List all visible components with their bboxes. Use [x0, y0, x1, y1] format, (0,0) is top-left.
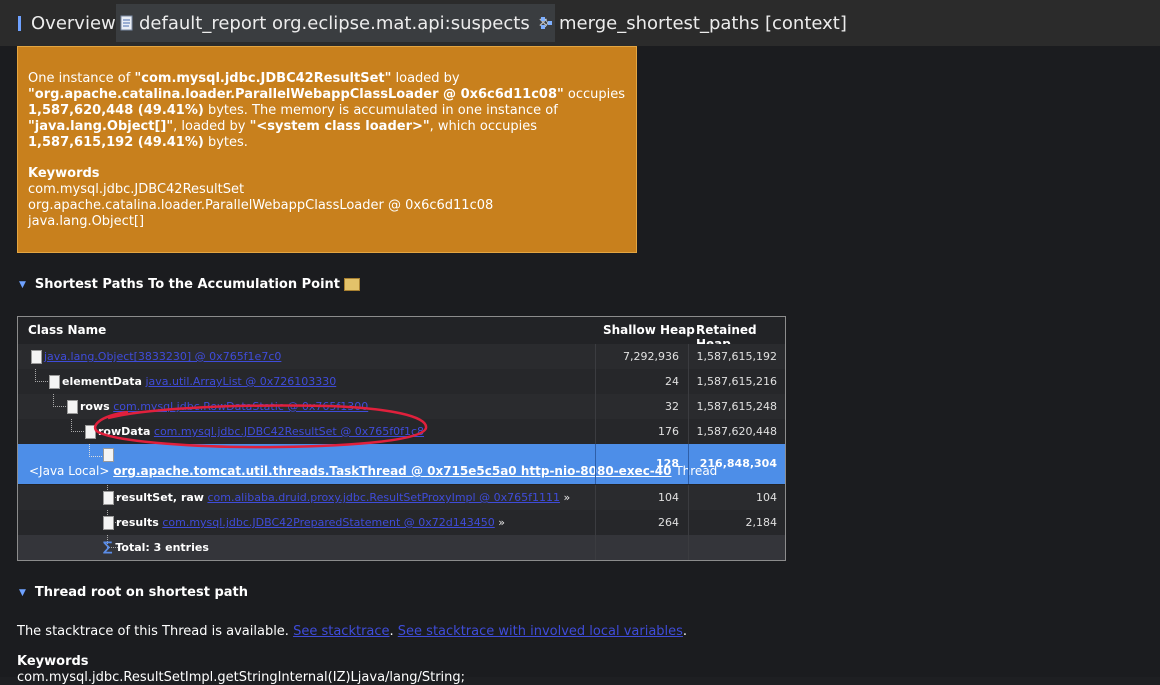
- class-loader: "org.apache.catalina.loader.ParallelWeba…: [28, 87, 564, 102]
- report-icon: [120, 15, 133, 31]
- tab-label: merge_shortest_paths [context]: [559, 12, 847, 34]
- retained-heap-value: 104: [688, 485, 785, 510]
- shallow-heap-value: 7,292,936: [595, 344, 687, 369]
- keyword-item: com.mysql.jdbc.ResultSetImpl.getStringIn…: [17, 670, 466, 685]
- retained-bytes: 1,587,620,448 (49.41%): [28, 103, 204, 118]
- accumulation-bytes: 1,587,615,192 (49.41%): [28, 135, 204, 150]
- table-row[interactable]: results com.mysql.jdbc.JDBC42PreparedSta…: [18, 510, 785, 535]
- field-name: rowData: [98, 425, 151, 438]
- shallow-heap-value: 264: [595, 510, 687, 535]
- text: The stacktrace of this Thread is availab…: [17, 624, 294, 639]
- object-link[interactable]: java.lang.Object[3833230] @ 0x765f1e7c0: [44, 350, 281, 363]
- shallow-heap-value: 128: [595, 444, 687, 484]
- retained-heap-value: 1,587,620,448: [688, 419, 785, 444]
- keyword-item: org.apache.catalina.loader.ParallelWebap…: [28, 198, 494, 213]
- more-indicator[interactable]: »: [563, 491, 570, 504]
- see-stacktrace-locals-link[interactable]: See stacktrace with involved local varia…: [398, 624, 683, 639]
- field-name: resultSet, raw: [116, 491, 204, 504]
- keywords-title: Keywords: [28, 166, 100, 181]
- text: One instance of: [28, 71, 135, 86]
- text: , which occupies: [429, 119, 538, 134]
- collapse-triangle-icon[interactable]: ▼: [19, 280, 26, 290]
- thread-root-text: The stacktrace of this Thread is availab…: [17, 624, 687, 639]
- section-title: Thread root on shortest path: [34, 585, 248, 600]
- object-link[interactable]: com.mysql.jdbc.RowDataStatic @ 0x765f130…: [113, 400, 368, 413]
- suspect-description-box: One instance of "com.mysql.jdbc.JDBC42Re…: [17, 46, 637, 253]
- merge-paths-icon: [540, 15, 553, 31]
- retained-heap-value: 1,587,615,192: [688, 344, 785, 369]
- table-row-selected[interactable]: <Java Local> org.apache.tomcat.util.thre…: [18, 444, 785, 484]
- report-content: One instance of "com.mysql.jdbc.JDBC42Re…: [0, 46, 1160, 685]
- editor-tab-bar: Overview default_report org.eclipse.mat.…: [0, 0, 1160, 46]
- suspect-description: One instance of "com.mysql.jdbc.JDBC42Re…: [28, 71, 626, 151]
- tab-label: Overview: [31, 12, 116, 34]
- object-link[interactable]: com.alibaba.druid.proxy.jdbc.ResultSetPr…: [207, 491, 560, 504]
- text: .: [682, 624, 688, 639]
- object-link[interactable]: org.apache.tomcat.util.threads.TaskThrea…: [113, 464, 671, 478]
- column-class-name[interactable]: Class Name: [28, 323, 106, 337]
- array-icon: [31, 350, 42, 364]
- retained-heap-value: 216,848,304: [688, 444, 785, 484]
- info-icon: [18, 15, 21, 31]
- field-icon: [85, 425, 96, 439]
- tab-label: default_report org.eclipse.mat.api:suspe…: [139, 12, 530, 34]
- accumulation-class: "java.lang.Object[]": [28, 119, 174, 134]
- shallow-heap-value: 104: [595, 485, 687, 510]
- retained-heap-value: 1,587,615,248: [688, 394, 785, 419]
- field-icon: [49, 375, 60, 389]
- table-header: Class Name Shallow Heap Retained Heap: [18, 317, 785, 351]
- sum-icon: ∑: [103, 540, 113, 555]
- tab-overview[interactable]: Overview: [18, 4, 116, 42]
- class-name: "com.mysql.jdbc.JDBC42ResultSet": [134, 71, 392, 86]
- section-thread-root[interactable]: ▼ Thread root on shortest path: [19, 585, 248, 600]
- table-row[interactable]: rows com.mysql.jdbc.RowDataStatic @ 0x76…: [18, 394, 785, 419]
- section-shortest-paths[interactable]: ▼ Shortest Paths To the Accumulation Poi…: [19, 277, 361, 292]
- table-row[interactable]: elementData java.util.ArrayList @ 0x7261…: [18, 369, 785, 394]
- system-loader: "<system class loader>": [249, 119, 430, 134]
- text: , loaded by: [173, 119, 250, 134]
- table-row[interactable]: resultSet, raw com.alibaba.druid.proxy.j…: [18, 485, 785, 510]
- text: bytes. The memory is accumulated in one …: [203, 103, 558, 118]
- tab-merge-shortest-paths[interactable]: merge_shortest_paths [context]: [540, 4, 847, 42]
- text: occupies: [563, 87, 626, 102]
- more-indicator[interactable]: »: [498, 516, 505, 529]
- retained-heap-value: [688, 535, 785, 560]
- section-title: Shortest Paths To the Accumulation Point: [34, 277, 341, 292]
- field-icon: [103, 491, 114, 505]
- field-icon: [103, 516, 114, 530]
- details-icon[interactable]: [344, 278, 361, 291]
- keyword-item: java.lang.Object[]: [28, 214, 145, 229]
- retained-heap-value: 1,587,615,216: [688, 369, 785, 394]
- field-name: elementData: [62, 375, 142, 388]
- field-name: results: [116, 516, 159, 529]
- retained-heap-value: 2,184: [688, 510, 785, 535]
- keywords-title: Keywords: [17, 654, 89, 669]
- object-link[interactable]: com.mysql.jdbc.JDBC42ResultSet @ 0x765f0…: [154, 425, 424, 438]
- object-link[interactable]: java.util.ArrayList @ 0x726103330: [145, 375, 336, 388]
- column-shallow-heap[interactable]: Shallow Heap: [603, 323, 695, 337]
- shallow-heap-value: 176: [595, 419, 687, 444]
- table-row[interactable]: rowData com.mysql.jdbc.JDBC42ResultSet @…: [18, 419, 785, 444]
- collapse-triangle-icon[interactable]: ▼: [19, 588, 26, 598]
- shallow-heap-value: 32: [595, 394, 687, 419]
- total-label: Total: 3 entries: [115, 541, 209, 554]
- text: bytes.: [203, 135, 248, 150]
- java-local-prefix: <Java Local>: [29, 464, 110, 478]
- table-row[interactable]: java.lang.Object[3833230] @ 0x765f1e7c0 …: [18, 344, 785, 369]
- table-row-total: ∑ Total: 3 entries: [18, 535, 785, 560]
- field-name: rows: [80, 400, 110, 413]
- tab-default-report[interactable]: default_report org.eclipse.mat.api:suspe…: [116, 4, 555, 42]
- shallow-heap-value: [595, 535, 687, 560]
- text: .: [389, 624, 398, 639]
- see-stacktrace-link[interactable]: See stacktrace: [293, 624, 389, 639]
- object-link[interactable]: com.mysql.jdbc.JDBC42PreparedStatement @…: [162, 516, 494, 529]
- shallow-heap-value: 24: [595, 369, 687, 394]
- keyword-item: com.mysql.jdbc.JDBC42ResultSet: [28, 182, 245, 197]
- shortest-paths-table: Class Name Shallow Heap Retained Heap ja…: [17, 316, 786, 561]
- thread-object-icon: [103, 448, 114, 462]
- field-icon: [67, 400, 78, 414]
- text: loaded by: [391, 71, 460, 86]
